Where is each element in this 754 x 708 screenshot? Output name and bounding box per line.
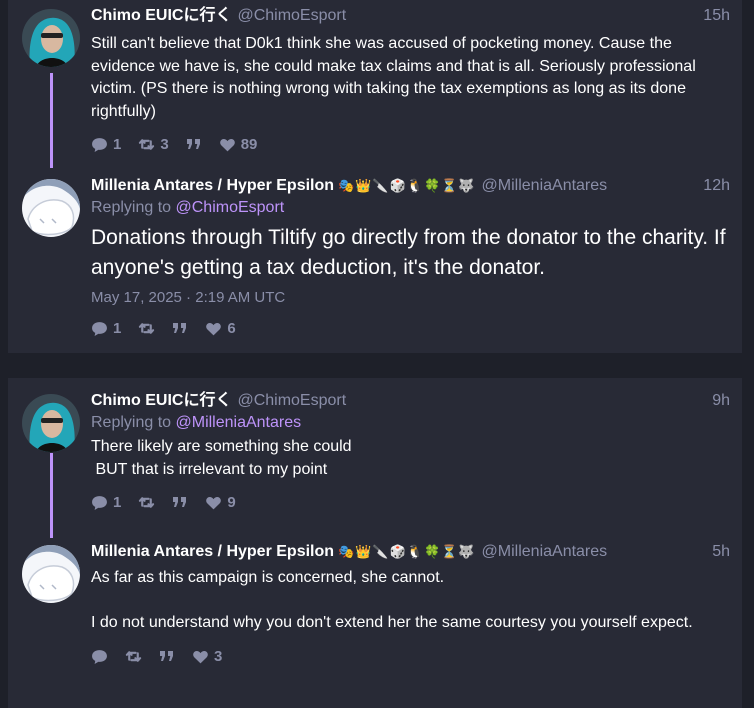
speech-bubble-icon [92,495,107,510]
tweet-text: As far as this campaign is concerned, sh… [91,567,730,634]
author-handle[interactable]: @MilleniaAntares [482,543,608,560]
retweet-button[interactable] [125,648,142,665]
tweet-actions: 1 3 89 [91,134,730,154]
tweet-time[interactable]: 15h [703,5,730,27]
heart-icon [193,650,208,663]
reply-button[interactable]: 1 [91,136,121,153]
tweet-date[interactable]: May 17, 2025 · 2:19 AM UTC [91,289,730,306]
tweet-time[interactable]: 5h [712,541,730,563]
tweet-time[interactable]: 9h [712,390,730,412]
like-button[interactable]: 89 [219,135,258,153]
thread-card-2: Chimo EUICに行く @ChimoEsport 9h Replying to… [8,378,742,708]
quote-icon [173,323,187,333]
retweet-button[interactable]: 3 [138,135,169,153]
tweet-actions: 3 [91,646,730,666]
avatar-chimo[interactable] [22,394,80,452]
quote-icon [173,497,187,507]
replying-to-link[interactable]: @MilleniaAntares [176,414,302,431]
like-count: 89 [240,135,258,153]
replying-to: Replying to @ChimoEsport [91,197,730,219]
quote-icon [160,651,173,661]
avatar-millenia[interactable] [22,545,80,603]
replying-prefix: Replying to [91,414,172,431]
tweet-text: Donations through Tiltify go directly fr… [91,226,726,279]
retweet-icon [139,138,155,150]
quote-button[interactable] [172,494,188,510]
speech-bubble-icon [92,321,107,336]
quote-icon [186,139,200,149]
quote-button[interactable] [159,648,175,664]
tweet-millenia-2[interactable]: Millenia Antares / Hyper Epsilon 🎭👑🔪🎲🐧🍀⏳🐺… [91,541,730,666]
speech-bubble-icon [92,649,107,664]
speech-bubble-icon [92,137,107,152]
tweet-text: There likely are something she could BUT… [91,436,730,481]
like-count: 9 [227,493,236,511]
heart-icon [219,138,235,151]
heart-icon [206,496,222,509]
author-name[interactable]: Chimo EUICに行く [91,7,231,24]
avatar-chimo[interactable] [22,9,80,67]
author-handle[interactable]: @ChimoEsport [237,392,346,409]
reply-button[interactable] [91,648,108,665]
tweet-chimo-1[interactable]: Chimo EUICに行く @ChimoEsport 15h Still can'… [91,5,730,154]
tweet-time[interactable]: 12h [703,175,730,197]
tweet-paragraph: As far as this campaign is concerned, sh… [91,569,445,586]
tweet-actions: 1 9 [91,492,730,512]
retweet-icon [139,322,155,334]
replying-to-link[interactable]: @ChimoEsport [176,199,285,216]
tweet-text-line: BUT that is irrelevant to my point [91,460,328,478]
name-emojis: 🎭👑🔪🎲🐧🍀⏳🐺 [338,178,476,193]
author-handle[interactable]: @ChimoEsport [237,7,346,24]
retweet-icon [125,650,142,662]
like-count: 6 [227,319,236,337]
tweet-millenia-1[interactable]: Millenia Antares / Hyper Epsilon 🎭👑🔪🎲🐧🍀⏳🐺… [91,175,730,338]
reply-count: 1 [113,135,122,153]
tweet-chimo-2[interactable]: Chimo EUICに行く @ChimoEsport 9h Replying to… [91,390,730,512]
author-name[interactable]: Millenia Antares / Hyper Epsilon [91,543,334,560]
tweet-text-line: There likely are something she could [91,438,352,455]
retweet-icon [139,496,155,508]
like-button[interactable]: 6 [205,319,236,337]
quote-button[interactable] [186,136,202,152]
retweet-button[interactable] [138,494,155,511]
reply-button[interactable]: 1 [91,494,121,511]
reply-count: 1 [113,493,122,511]
heart-icon [206,322,222,335]
name-emojis: 🎭👑🔪🎲🐧🍀⏳🐺 [338,544,476,559]
like-button[interactable]: 3 [192,648,222,665]
retweet-count: 3 [160,135,169,153]
like-count: 3 [214,647,223,665]
like-button[interactable]: 9 [205,493,236,511]
tweet-paragraph: I do not understand why you don't extend… [91,613,693,631]
reply-button[interactable]: 1 [91,320,121,337]
author-name[interactable]: Chimo EUICに行く [91,392,231,409]
thread-card-1: Chimo EUICに行く @ChimoEsport 15h Still can'… [8,0,742,353]
tweet-actions: 1 6 [91,318,730,338]
thread-connector-line [50,73,53,168]
author-handle[interactable]: @MilleniaAntares [482,177,608,194]
author-name[interactable]: Millenia Antares / Hyper Epsilon [91,177,334,194]
avatar-millenia[interactable] [22,179,80,237]
retweet-button[interactable] [138,320,155,337]
reply-count: 1 [113,319,122,337]
quote-button[interactable] [172,320,188,336]
replying-to: Replying to @MilleniaAntares [91,412,730,434]
replying-prefix: Replying to [91,199,172,216]
thread-connector-line [50,453,53,538]
tweet-text: Still can't believe that D0k1 think she … [91,35,696,120]
